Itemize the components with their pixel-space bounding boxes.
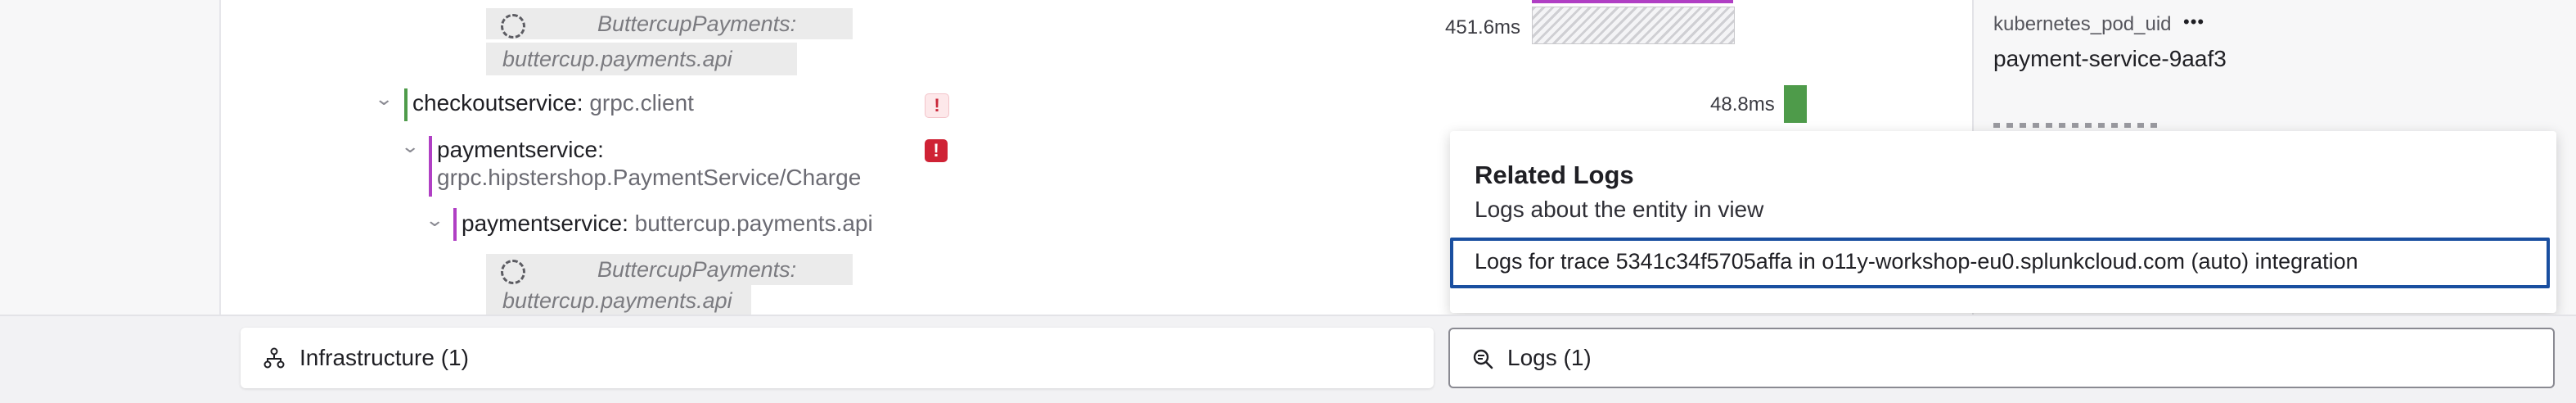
related-logs-link[interactable]: Logs for trace 5341c34f5705affa in o11y-… (1450, 238, 2550, 288)
logs-tab-label: Logs (1) (1507, 345, 1592, 370)
span-row-paymentservice-charge[interactable]: paymentservice: grpc.hipstershop.Payment… (437, 136, 861, 192)
infrastructure-tab[interactable]: Infrastructure (1) (241, 328, 1434, 388)
related-logs-link-label: Logs for trace 5341c34f5705affa in o11y-… (1475, 249, 2358, 274)
faded-tag-row (1993, 123, 2157, 128)
span-duration: 451.6ms (1445, 16, 1521, 38)
collapse-chevron-icon[interactable]: ⌄ (425, 210, 444, 231)
span-operation-name: grpc.client (589, 90, 694, 115)
span-operation-name: grpc.hipstershop.PaymentService/Charge (437, 165, 862, 190)
placeholder-service-label: ButtercupPayments: (597, 257, 797, 282)
placeholder-operation-bottom: buttercup.payments.api (486, 285, 751, 315)
placeholder-operation-top: buttercup.payments.api (486, 43, 797, 75)
service-color-marker (453, 208, 457, 241)
placeholder-span-bottom: ButtercupPayments: (486, 254, 853, 285)
collapse-chevron-icon[interactable]: ⌄ (400, 136, 420, 157)
more-options-icon[interactable]: ••• (2183, 11, 2204, 33)
left-gutter (0, 0, 221, 315)
span-bar-hatched[interactable] (1532, 7, 1735, 44)
placeholder-span-top: ButtercupPayments: (486, 8, 853, 39)
span-service-name: paymentservice: (462, 211, 628, 236)
tag-key: kubernetes_pod_uid (1993, 13, 2172, 35)
infrastructure-tab-label: Infrastructure (1) (299, 345, 469, 370)
span-bar-accent (1532, 0, 1733, 3)
popover-subtitle: Logs about the entity in view (1475, 197, 1764, 222)
placeholder-operation-label: buttercup.payments.api (502, 47, 732, 71)
error-warning-icon[interactable]: ! (925, 139, 948, 162)
span-row-checkoutservice[interactable]: checkoutservice: grpc.client (412, 89, 694, 117)
span-service-name: checkoutservice: (412, 90, 583, 115)
placeholder-service-label: ButtercupPayments: (597, 11, 797, 36)
loading-spinner-icon (501, 14, 525, 38)
related-logs-popover: Related Logs Logs about the entity in vi… (1450, 131, 2556, 313)
collapse-chevron-icon[interactable]: ⌄ (374, 88, 394, 110)
loading-spinner-icon (501, 260, 525, 284)
placeholder-operation-label: buttercup.payments.api (502, 288, 732, 313)
service-color-marker (404, 88, 408, 121)
tag-value: payment-service-9aaf3 (1993, 46, 2227, 71)
error-warning-icon[interactable]: ! (925, 93, 949, 118)
span-operation-name: buttercup.payments.api (634, 211, 873, 236)
span-bar[interactable] (1784, 85, 1807, 123)
service-color-marker (429, 136, 432, 197)
hierarchy-icon (263, 347, 285, 369)
span-duration: 48.8ms (1710, 93, 1775, 115)
span-row-paymentservice-buttercup[interactable]: paymentservice: buttercup.payments.api (462, 210, 873, 238)
logs-tab[interactable]: Logs (1) (1448, 328, 2555, 388)
search-logs-icon (1473, 349, 1493, 369)
span-service-name: paymentservice: (437, 137, 604, 162)
popover-title: Related Logs (1475, 161, 1634, 189)
